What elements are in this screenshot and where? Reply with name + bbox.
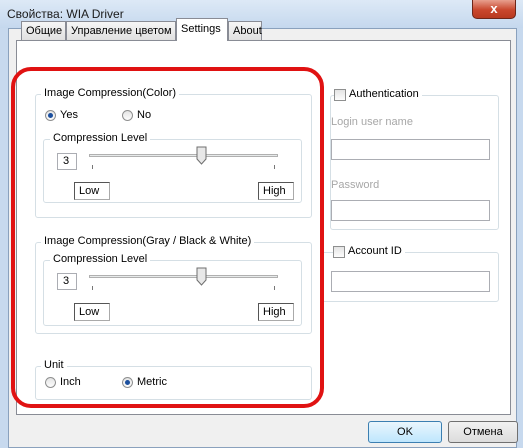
login-user-name-label: Login user name <box>331 116 413 128</box>
color-level-value: 3 <box>63 155 70 167</box>
gray-slider-tick-max <box>274 286 275 290</box>
color-yes-radio[interactable] <box>45 110 56 121</box>
gray-level-value: 3 <box>63 275 70 287</box>
gray-low-label-box: Low <box>74 303 110 321</box>
cancel-button[interactable]: Отмена <box>448 421 518 443</box>
gray-level-value-box: 3 <box>57 273 77 290</box>
gray-low-label: Low <box>79 306 100 318</box>
color-compression-title: Image Compression(Color) <box>41 87 180 99</box>
unit-title: Unit <box>41 359 67 371</box>
ok-button-label: OK <box>397 426 413 438</box>
color-slider-track[interactable] <box>89 154 278 157</box>
settings-content: Image Compression(Color) Yes No Compress… <box>0 0 523 448</box>
color-low-label: Low <box>79 185 100 197</box>
color-no-radio[interactable] <box>122 110 133 121</box>
gray-high-label-box: High <box>258 303 294 321</box>
gray-slider-thumb[interactable] <box>196 267 207 286</box>
unit-metric-radio[interactable] <box>122 377 133 388</box>
password-label: Password <box>331 179 380 191</box>
authentication-title: Authentication <box>346 88 422 100</box>
password-field[interactable] <box>331 200 490 221</box>
unit-inch-label: Inch <box>60 376 81 388</box>
authentication-checkbox[interactable] <box>334 89 346 101</box>
color-no-label: No <box>137 109 152 121</box>
color-slider-tick-min <box>92 165 93 169</box>
color-level-value-box: 3 <box>57 153 77 170</box>
ok-button[interactable]: OK <box>368 421 442 443</box>
color-yes-label: Yes <box>60 109 78 121</box>
gray-high-label: High <box>263 306 286 318</box>
gray-slider-tick-min <box>92 286 93 290</box>
gray-compression-title: Image Compression(Gray / Black & White) <box>41 235 255 247</box>
cancel-button-label: Отмена <box>463 426 503 438</box>
account-id-checkbox[interactable] <box>333 246 345 258</box>
gray-slider-track[interactable] <box>89 275 278 278</box>
color-low-label-box: Low <box>74 182 110 200</box>
color-high-label: High <box>263 185 286 197</box>
login-user-name-field[interactable] <box>331 139 490 160</box>
color-high-label-box: High <box>258 182 294 200</box>
properties-window: Свойства: WIA Driver x Общие Управление … <box>0 0 523 448</box>
gray-compression-level-title: Compression Level <box>50 253 151 265</box>
color-slider-tick-max <box>274 165 275 169</box>
account-id-title: Account ID <box>345 245 405 257</box>
unit-inch-radio[interactable] <box>45 377 56 388</box>
account-id-field[interactable] <box>331 271 490 292</box>
unit-metric-label: Metric <box>137 376 167 388</box>
color-slider-thumb[interactable] <box>196 146 207 165</box>
color-compression-level-title: Compression Level <box>50 132 151 144</box>
